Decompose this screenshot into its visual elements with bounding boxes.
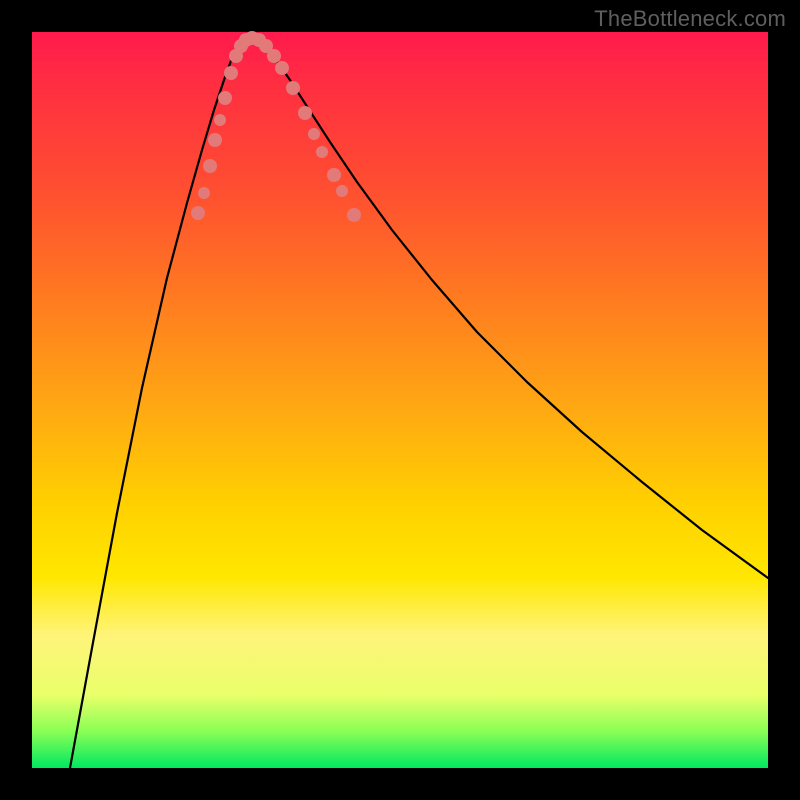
data-point-marker [203, 159, 217, 173]
data-point-marker [224, 66, 238, 80]
data-point-marker [327, 168, 341, 182]
outer-frame: TheBottleneck.com [0, 0, 800, 800]
data-point-marker [214, 114, 226, 126]
data-point-marker [218, 91, 232, 105]
data-point-marker [275, 61, 289, 75]
chart-svg [32, 32, 768, 768]
data-point-marker [298, 106, 312, 120]
plot-area [32, 32, 768, 768]
data-point-marker [308, 128, 320, 140]
watermark-text: TheBottleneck.com [594, 6, 786, 32]
data-point-marker [347, 208, 361, 222]
data-point-marker [286, 81, 300, 95]
data-point-marker [191, 206, 205, 220]
marker-group [191, 31, 361, 222]
data-point-marker [316, 146, 328, 158]
data-point-marker [267, 49, 281, 63]
data-point-marker [198, 187, 210, 199]
data-point-marker [208, 133, 222, 147]
data-point-marker [336, 185, 348, 197]
bottleneck-curve [70, 38, 768, 768]
